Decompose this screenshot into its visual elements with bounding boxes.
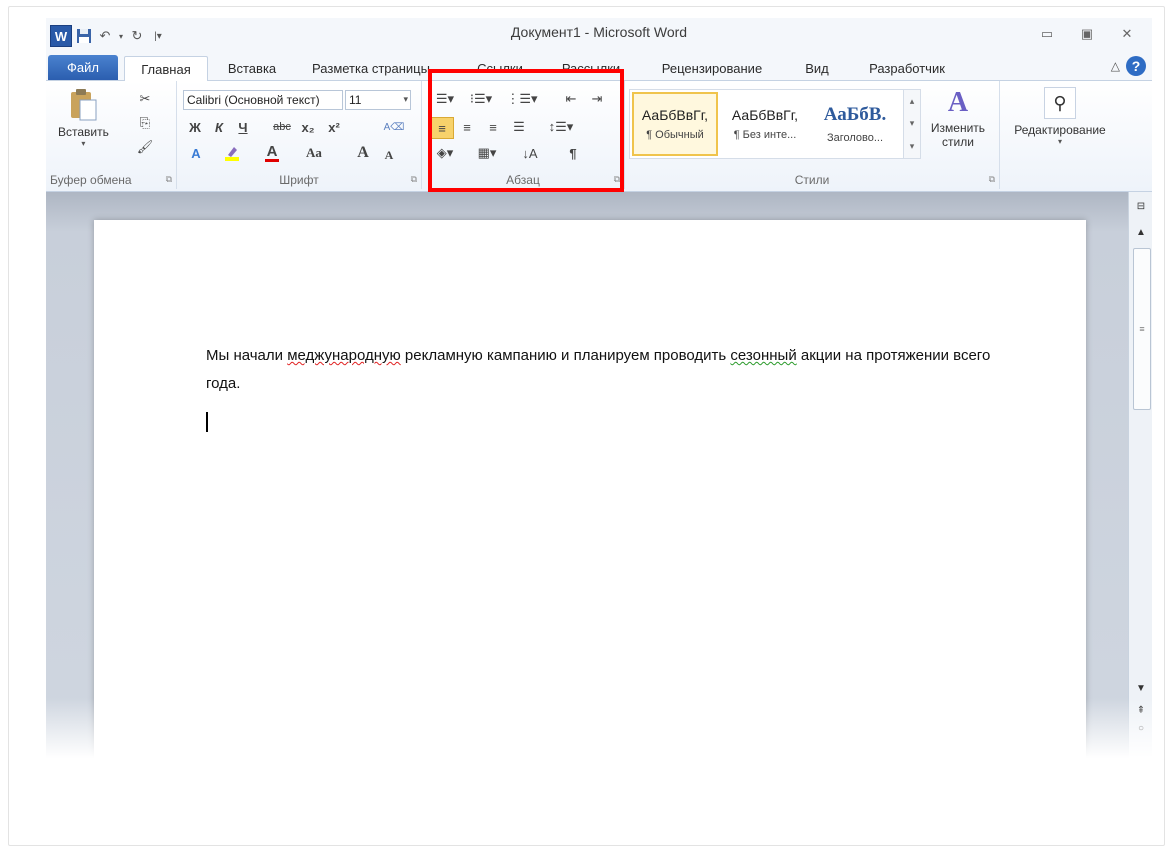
text-effects-icon[interactable]: A [185, 143, 207, 163]
tab-insert[interactable]: Вставка [214, 56, 290, 80]
styles-group: АаБбВвГг, ¶ Обычный АаБбВвГг, ¶ Без инте… [625, 81, 1000, 189]
cut-icon[interactable]: ✂ [134, 89, 156, 109]
paste-button[interactable]: Вставить ▾ [58, 87, 109, 148]
clipboard-group: Вставить ▾ ✂ ⎘ 🖌 Буфер обмена ⧉ [46, 81, 177, 189]
shrink-font-button[interactable]: A [379, 145, 399, 165]
scroll-up-icon[interactable]: ▲ [1132, 224, 1150, 240]
ribbon: Вставить ▾ ✂ ⎘ 🖌 Буфер обмена ⧉ Calibri … [46, 69, 1152, 192]
format-painter-icon[interactable]: 🖌 [134, 137, 156, 157]
binoculars-icon: ⚲ [1044, 87, 1076, 119]
window-title: Документ1 - Microsoft Word [510, 24, 688, 40]
font-group-label: Шрифт [279, 173, 319, 187]
styles-down-icon[interactable]: ▾ [910, 118, 915, 129]
style-normal[interactable]: АаБбВвГг, ¶ Обычный [632, 92, 718, 156]
font-group: Calibri (Основной текст) 11 ▾ Ж К Ч abc x… [177, 81, 422, 189]
font-launcher-icon[interactable]: ⧉ [411, 174, 417, 185]
editing-dropdown-icon[interactable]: ▾ [1058, 137, 1062, 146]
style-sample: АаБбВ. [823, 104, 887, 125]
ruler-toggle-icon[interactable]: ⊟ [1132, 198, 1150, 214]
font-color-bar [265, 158, 279, 162]
restore-icon[interactable]: ▣ [1070, 24, 1104, 44]
paste-icon [65, 87, 101, 123]
tab-developer[interactable]: Разработчик [852, 56, 962, 80]
editing-button[interactable]: ⚲ Редактирование ▾ [1004, 87, 1116, 146]
scroll-thumb[interactable]: ≡ [1133, 248, 1151, 410]
styles-scroll[interactable]: ▴ ▾ ▾ [903, 89, 921, 159]
word-window: W ↶ ▾ ↻ |▾ Документ1 - Microsoft Word ▭ … [46, 18, 1152, 758]
minimize-icon[interactable]: ▭ [1030, 24, 1064, 44]
misspelled-word: меджународную [287, 347, 401, 364]
font-name-combo[interactable]: Calibri (Основной текст) [183, 90, 343, 110]
grammar-flagged-word: сезонный [730, 347, 797, 364]
font-color-button[interactable]: A [261, 143, 283, 163]
strikethrough-button[interactable]: abc [269, 117, 295, 137]
clipboard-launcher-icon[interactable]: ⧉ [166, 174, 172, 185]
scroll-down-icon[interactable]: ▼ [1132, 680, 1150, 696]
copy-icon[interactable]: ⎘ [134, 113, 156, 133]
bold-button[interactable]: Ж [185, 117, 205, 137]
clear-formatting-icon[interactable]: A⌫ [383, 117, 405, 137]
style-name: Заголово... [826, 132, 884, 144]
tab-file[interactable]: Файл [48, 55, 118, 80]
paste-dropdown-icon[interactable]: ▾ [81, 139, 85, 148]
styles-gallery: АаБбВвГг, ¶ Обычный АаБбВвГг, ¶ Без инте… [629, 89, 906, 159]
style-name: ¶ Обычный [646, 129, 704, 141]
change-styles-label: Изменить стили [930, 121, 986, 149]
document-paragraph[interactable]: Мы начали меджународную рекламную кампан… [206, 342, 1006, 398]
underline-button[interactable]: Ч [233, 117, 253, 137]
paste-label: Вставить [58, 125, 109, 139]
font-size-combo[interactable]: 11 ▾ [345, 90, 411, 110]
italic-button[interactable]: К [209, 117, 229, 137]
paragraph-highlight-box [428, 69, 624, 192]
styles-up-icon[interactable]: ▴ [910, 96, 915, 107]
tab-view[interactable]: Вид [792, 56, 842, 80]
style-name: ¶ Без инте... [733, 129, 797, 141]
vertical-scrollbar[interactable]: ⊟ ▲ ≡ ▼ ⇞ ○ [1128, 192, 1152, 758]
tab-page-layout[interactable]: Разметка страницы [298, 56, 444, 80]
help-icon[interactable]: ? [1126, 56, 1146, 76]
change-styles-icon: A [947, 87, 969, 118]
font-color-letter: A [266, 142, 278, 160]
styles-more-icon[interactable]: ▾ [910, 141, 915, 152]
tab-home[interactable]: Главная [124, 56, 208, 82]
editing-label: Редактирование [1014, 123, 1106, 137]
editing-group: ⚲ Редактирование ▾ [1000, 81, 1120, 189]
clipboard-group-label: Буфер обмена [50, 173, 132, 187]
style-heading[interactable]: АаБбВ. Заголово... [812, 92, 898, 156]
window-controls: ▭ ▣ ✕ [1030, 24, 1144, 44]
styles-group-label: Стили [794, 173, 830, 187]
style-no-spacing[interactable]: АаБбВвГг, ¶ Без инте... [722, 92, 808, 156]
style-sample: АаБбВвГг, [641, 107, 709, 123]
text-highlight-icon[interactable] [221, 143, 243, 163]
grow-font-button[interactable]: A [353, 143, 373, 163]
bottom-fade [46, 698, 1152, 758]
subscript-button[interactable]: x₂ [297, 117, 319, 137]
tab-review[interactable]: Рецензирование [646, 56, 778, 80]
text-run: Мы начали [206, 347, 288, 364]
close-icon[interactable]: ✕ [1110, 24, 1144, 44]
document-page[interactable]: Мы начали меджународную рекламную кампан… [94, 220, 1086, 758]
minimize-ribbon-icon[interactable]: △ [1111, 59, 1120, 73]
style-sample: АаБбВвГг, [731, 107, 799, 123]
styles-launcher-icon[interactable]: ⧉ [989, 174, 995, 185]
font-size-value: 11 [349, 93, 362, 107]
superscript-button[interactable]: x² [323, 117, 345, 137]
change-case-button[interactable]: Aa [299, 143, 329, 163]
text-cursor [206, 412, 208, 432]
title-bar: W ↶ ▾ ↻ |▾ Документ1 - Microsoft Word ▭ … [46, 18, 1152, 52]
text-run: рекламную кампанию и планируем проводить [400, 347, 731, 364]
change-styles-button[interactable]: A Изменить стили [925, 85, 991, 149]
document-area: Мы начали меджународную рекламную кампан… [46, 192, 1128, 758]
